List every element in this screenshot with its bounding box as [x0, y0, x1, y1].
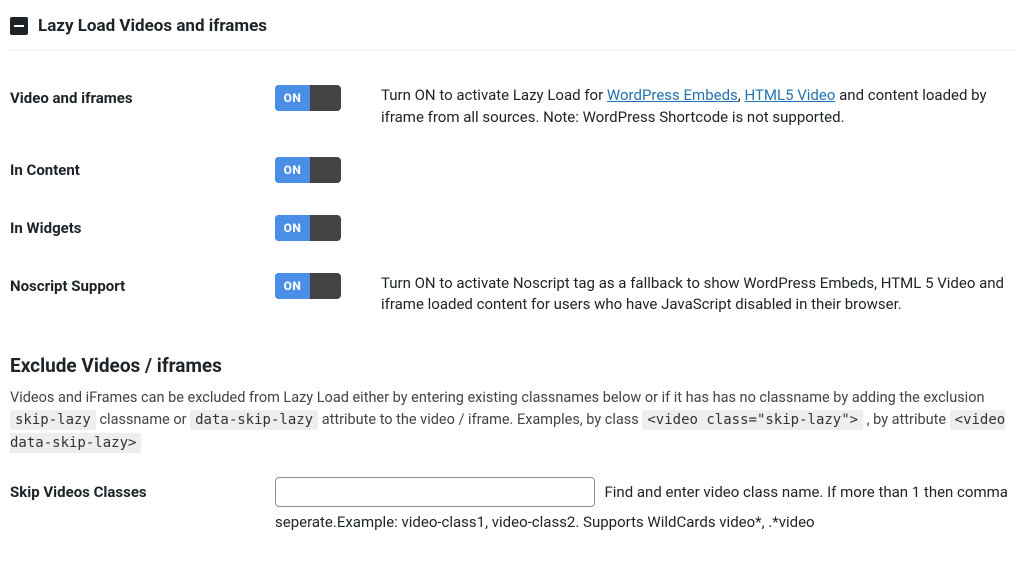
- skip-classes-help-inline: Find and enter video class name. If more…: [604, 483, 1007, 501]
- skip-classes-label: Skip Videos Classes: [10, 477, 275, 501]
- code-skip-lazy: skip-lazy: [10, 410, 96, 430]
- link-wordpress-embeds[interactable]: WordPress Embeds: [607, 86, 738, 104]
- row-noscript: Noscript Support ON Turn ON to activate …: [10, 259, 1014, 331]
- minus-icon[interactable]: [10, 17, 28, 35]
- exclude-text-3: attribute to the video / iframe. Example…: [318, 411, 642, 428]
- exclude-desc: Videos and iFrames can be excluded from …: [10, 387, 1014, 455]
- section-header: Lazy Load Videos and iframes: [10, 10, 1014, 51]
- toggle-on-label: ON: [275, 273, 310, 299]
- skip-classes-row: Skip Videos Classes Find and enter video…: [10, 477, 1014, 534]
- label-in-widgets: In Widgets: [10, 201, 275, 259]
- desc-video-iframes: Turn ON to activate Lazy Load for WordPr…: [375, 71, 1014, 143]
- exclude-text-4: , by attribute: [863, 411, 950, 428]
- toggle-on-label: ON: [275, 157, 310, 183]
- skip-classes-help-block: seperate.Example: video-class1, video-cl…: [275, 511, 1014, 534]
- section-title: Lazy Load Videos and iframes: [38, 16, 267, 36]
- exclude-text-1: Videos and iFrames can be excluded from …: [10, 389, 985, 406]
- toggle-in-widgets[interactable]: ON: [275, 215, 341, 241]
- link-html5-video[interactable]: HTML5 Video: [744, 86, 835, 104]
- skip-classes-input[interactable]: [275, 477, 595, 507]
- toggle-video-iframes[interactable]: ON: [275, 85, 341, 111]
- toggle-in-content[interactable]: ON: [275, 157, 341, 183]
- row-in-widgets: In Widgets ON: [10, 201, 1014, 259]
- exclude-text-2: classname or: [96, 411, 190, 428]
- desc-text: Turn ON to activate Lazy Load for: [381, 86, 607, 104]
- settings-table: Video and iframes ON Turn ON to activate…: [10, 71, 1014, 330]
- label-in-content: In Content: [10, 143, 275, 201]
- label-noscript: Noscript Support: [10, 259, 275, 331]
- code-data-skip-lazy: data-skip-lazy: [190, 410, 318, 430]
- row-in-content: In Content ON: [10, 143, 1014, 201]
- toggle-noscript[interactable]: ON: [275, 273, 341, 299]
- row-video-iframes: Video and iframes ON Turn ON to activate…: [10, 71, 1014, 143]
- toggle-on-label: ON: [275, 85, 310, 111]
- label-video-iframes: Video and iframes: [10, 71, 275, 143]
- code-video-class: <video class="skip-lazy">: [642, 410, 863, 430]
- toggle-on-label: ON: [275, 215, 310, 241]
- exclude-title: Exclude Videos / iframes: [10, 354, 1014, 377]
- desc-noscript: Turn ON to activate Noscript tag as a fa…: [375, 259, 1014, 331]
